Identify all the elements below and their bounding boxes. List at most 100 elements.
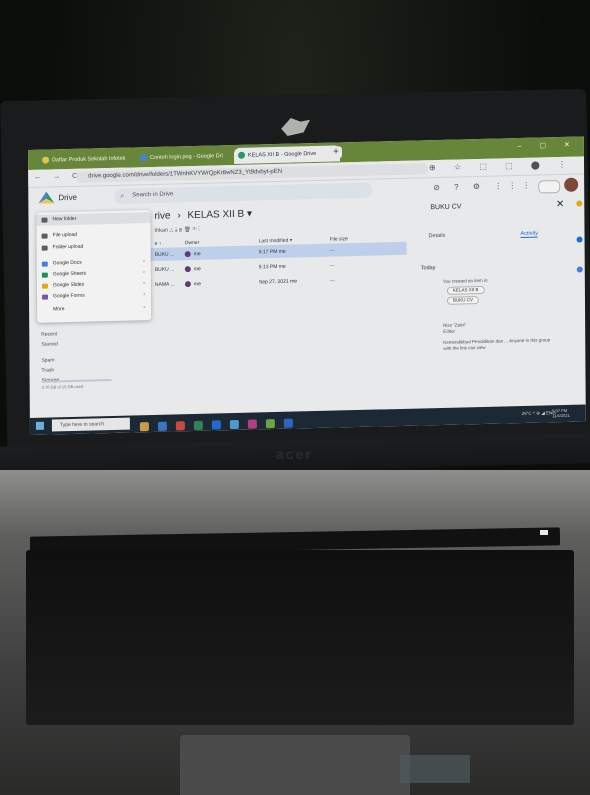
file-modified: 5:17 PM me: [258, 248, 286, 256]
storage-text: 3.70 GB of 15 GB used: [41, 383, 84, 390]
app-icon[interactable]: [139, 422, 149, 432]
browser-toolbar-icons[interactable]: ⊕ ☆ ⬚ ⬚ ⬤ ⋮: [429, 160, 574, 173]
file-owner: me: [193, 281, 201, 288]
window-controls[interactable]: – ▢ ✕: [518, 141, 578, 150]
folder-chip[interactable]: KELAS XII B: [446, 285, 485, 295]
activity-text: You created an item in: [442, 277, 488, 284]
drive-favicon-icon: [237, 151, 246, 159]
sidebar-item-starred[interactable]: Starred: [41, 339, 59, 349]
file-size: —: [329, 277, 335, 284]
app-icon[interactable]: [283, 418, 293, 428]
menu-item-google-forms[interactable]: Google Forms ›: [37, 289, 151, 303]
activity-editor: Riss "Zaini" Editor: [443, 322, 466, 335]
tab-favicon-icon: [42, 156, 50, 164]
sheets-icon: [41, 272, 48, 278]
activity-share: Kemendikbud Pendidikan dan ... Anyone in…: [443, 337, 551, 351]
tab-label: Daftar Produk Sekolah Infotek: [52, 155, 126, 164]
app-icon[interactable]: [265, 419, 275, 429]
side-panel-rail: [574, 196, 585, 386]
app-icon[interactable]: [193, 420, 203, 431]
column-size[interactable]: File size: [330, 236, 348, 242]
app-icon[interactable]: [157, 421, 167, 431]
docs-icon: [41, 261, 48, 267]
file-chip[interactable]: BUKU CV: [446, 296, 480, 305]
tab-label: KELAS XII B - Google Drive: [247, 150, 317, 159]
tab-label: Contoh login.png - Google Dri: [150, 153, 223, 162]
drive-header-icons[interactable]: ⊘ ? ⚙ ⋮⋮⋮: [433, 181, 536, 193]
file-size: —: [329, 247, 335, 254]
app-icon[interactable]: [229, 419, 239, 430]
file-column-headers: e ↑ Owner Last modified ▾ File size: [155, 235, 405, 247]
app-icon[interactable]: [247, 419, 257, 429]
system-tray[interactable]: 29°C ^ ⊕ ◢ ENG: [522, 410, 556, 417]
storage-bar: [41, 379, 112, 383]
breadcrumb-current-folder[interactable]: KELAS XII B ▾: [187, 209, 252, 222]
column-modified[interactable]: Last modified ▾: [259, 238, 293, 245]
slides-icon: [41, 283, 48, 289]
close-icon[interactable]: ✕: [556, 199, 564, 210]
file-modified: 5:13 PM me: [258, 263, 286, 271]
avatar[interactable]: [564, 177, 579, 192]
drive-logo-text[interactable]: Drive: [58, 193, 77, 202]
sticker: [400, 755, 470, 783]
search-placeholder: Search in Drive: [132, 191, 174, 199]
activity-created: You created an item in KELAS XII B BUKU …: [443, 276, 563, 305]
menu-item-more[interactable]: More ›: [37, 302, 151, 316]
file-size: —: [329, 262, 335, 269]
tasks-icon[interactable]: [576, 236, 583, 243]
forms-icon: [42, 294, 49, 300]
file-modified: Sep 27, 2021 me: [258, 278, 297, 286]
browser-tab[interactable]: Contoh login.png - Google Dri: [136, 148, 245, 167]
search-icon: ⌕: [120, 192, 125, 200]
taskbar-clock[interactable]: 5:07 PM 11/4/2021: [552, 408, 570, 418]
nav-buttons[interactable]: ← → C: [34, 173, 82, 181]
editor-role: Editor: [443, 328, 455, 334]
browser-tab[interactable]: Daftar Produk Sekolah Infotek: [38, 150, 147, 169]
file-upload-icon: [41, 233, 48, 239]
account-badge[interactable]: [538, 180, 561, 194]
folder-upload-icon: [41, 245, 48, 251]
file-name: BUKU ...: [154, 266, 175, 273]
clock-date: 11/4/2021: [552, 412, 570, 419]
owner-avatar: [184, 281, 191, 288]
new-item-menu: New folder File upload Folder upload Goo…: [36, 210, 152, 323]
sidebar-nav: Recent Starred Spam Trash Storage: [41, 329, 59, 385]
details-panel: BUKU CV ✕ Details Activity Today You cre…: [418, 196, 569, 400]
browser-tab-active[interactable]: KELAS XII B - Google Drive: [233, 145, 341, 164]
file-owner: me: [193, 251, 201, 258]
sidebar-item-recent[interactable]: Recent: [41, 329, 59, 339]
sidebar-item-spam[interactable]: Spam: [41, 355, 59, 365]
trackpad: [180, 735, 410, 795]
breadcrumb: rive › KELAS XII B ▾: [154, 209, 252, 222]
sidebar-item-trash[interactable]: Trash: [42, 365, 60, 375]
menu-item-new-folder[interactable]: New folder: [36, 212, 151, 226]
activity-date-heading: Today: [420, 265, 436, 272]
keyboard-area: [26, 550, 574, 725]
laptop-brand-logo: acer: [276, 446, 313, 462]
tab-activity[interactable]: Activity: [520, 230, 538, 238]
details-title: BUKU CV: [430, 203, 462, 212]
column-owner[interactable]: Owner: [185, 240, 200, 246]
status-led: [540, 530, 548, 535]
keep-icon[interactable]: [576, 200, 583, 207]
app-icon[interactable]: [211, 420, 221, 430]
breadcrumb-separator: ›: [177, 210, 181, 222]
contacts-icon[interactable]: [576, 266, 583, 273]
folder-icon: [41, 217, 48, 223]
file-toolbar[interactable]: thkan ⛬ ⤓ ⊞ 🗑 ⚭ ⋮: [155, 227, 200, 235]
tab-details[interactable]: Details: [429, 233, 446, 239]
app-icon[interactable]: [175, 421, 185, 431]
taskbar-search-input[interactable]: Type here to search: [51, 417, 130, 432]
drive-favicon-icon: [140, 154, 148, 162]
details-tabs: Details Activity: [429, 230, 569, 239]
menu-item-folder-upload[interactable]: Folder upload: [37, 240, 151, 254]
new-tab-button[interactable]: +: [329, 146, 343, 159]
column-name[interactable]: e ↑: [155, 241, 162, 247]
file-name: BUKU ...: [154, 251, 175, 258]
owner-avatar: [184, 266, 191, 273]
windows-start-icon[interactable]: [35, 421, 44, 430]
breadcrumb-root[interactable]: rive: [154, 211, 170, 222]
drive-search-input[interactable]: ⌕ Search in Drive: [114, 182, 373, 204]
file-owner: me: [193, 266, 201, 273]
drive-logo-icon[interactable]: [38, 191, 54, 205]
